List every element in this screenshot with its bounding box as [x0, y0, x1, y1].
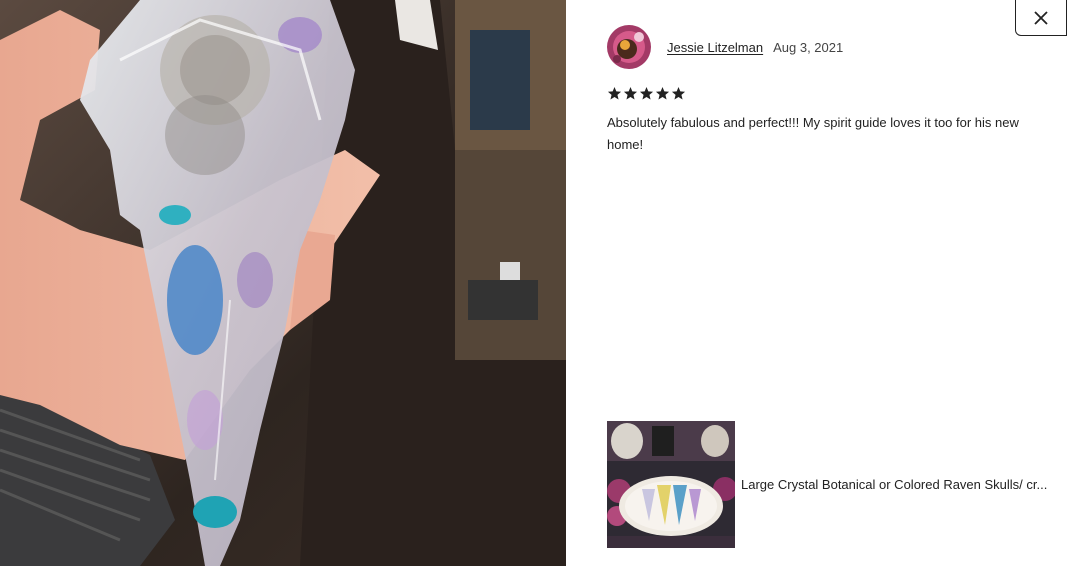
listing-title[interactable]: Large Crystal Botanical or Colored Raven… — [741, 477, 1061, 492]
listing-thumbnail-image — [607, 421, 735, 548]
star-icon — [671, 86, 686, 100]
avatar-image — [607, 25, 651, 69]
close-icon — [1034, 10, 1048, 25]
review-text: Absolutely fabulous and perfect!!! My sp… — [607, 115, 1019, 152]
avatar[interactable] — [607, 25, 651, 69]
listing-thumbnail[interactable] — [607, 421, 735, 548]
review-panel: Jessie Litzelman Aug 3, 2021 Absolutely … — [566, 0, 1068, 566]
reviewer-info: Jessie Litzelman Aug 3, 2021 — [607, 25, 843, 69]
star-icon — [655, 86, 670, 100]
review-photo-image — [0, 0, 566, 566]
star-rating — [607, 86, 686, 101]
review-photo — [0, 0, 566, 566]
star-icon — [607, 86, 622, 100]
listing-link[interactable]: Large Crystal Botanical or Colored Raven… — [607, 421, 1061, 548]
star-icon — [623, 86, 638, 100]
review-date: Aug 3, 2021 — [773, 39, 844, 55]
star-icon — [639, 86, 654, 100]
reviewer-name-link[interactable]: Jessie Litzelman — [667, 40, 763, 55]
close-button[interactable] — [1015, 0, 1067, 36]
